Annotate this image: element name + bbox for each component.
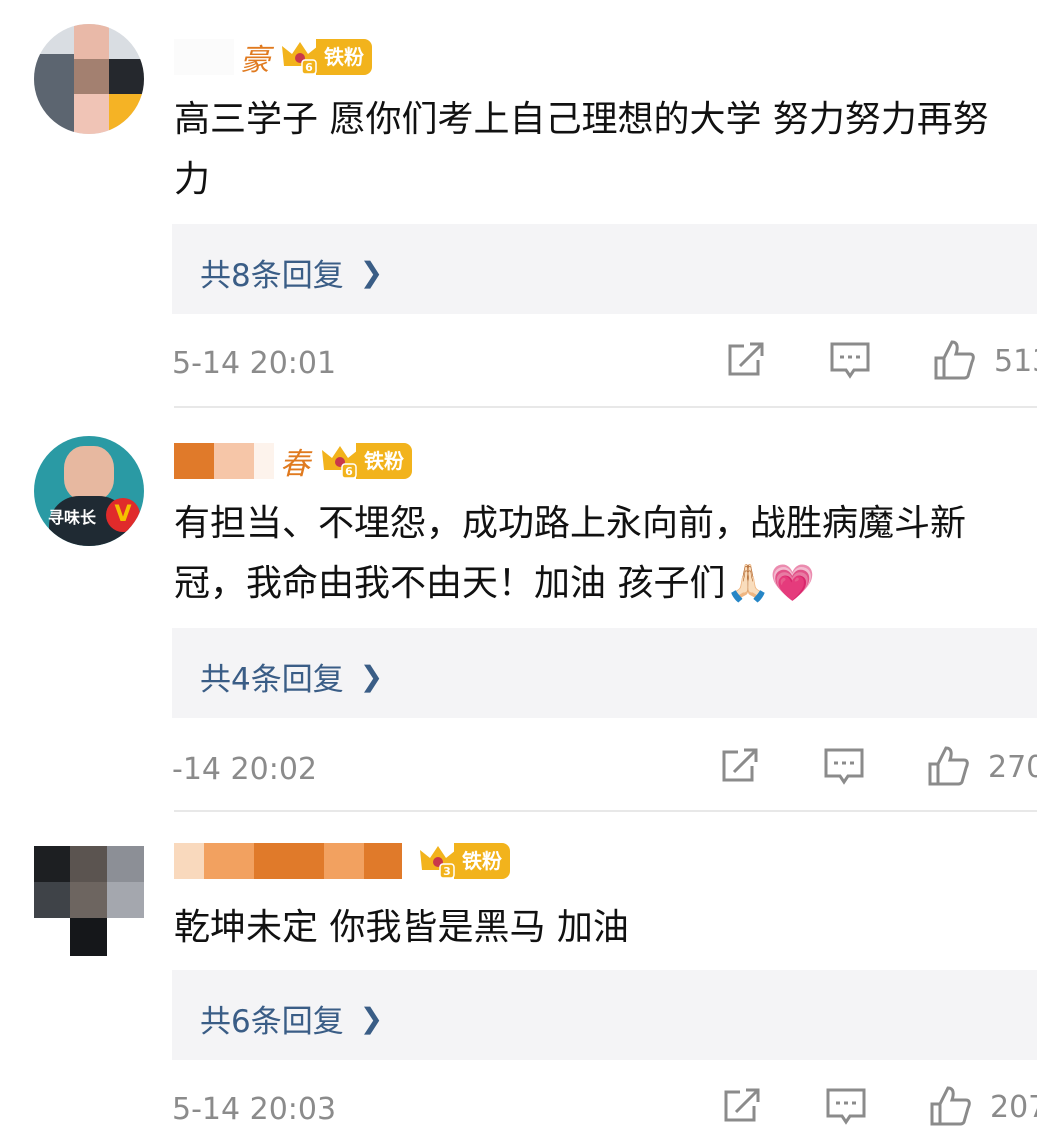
view-replies-link[interactable]: 共8条回复 ❯ (200, 250, 383, 295)
comment-meta: -14 20:02 270 (172, 744, 1037, 800)
crown-icon: 6 (322, 446, 358, 479)
timestamp: 5-14 20:03 (172, 1092, 337, 1127)
like-icon[interactable] (932, 338, 976, 382)
chevron-right-icon: ❯ (359, 660, 384, 693)
chevron-right-icon: ❯ (359, 256, 384, 289)
comment-meta: 5-14 20:03 207 (172, 1084, 1037, 1140)
timestamp: -14 20:02 (172, 752, 317, 787)
comment-text: 有担当、不埋怨，成功路上永向前，战胜病魔斗新冠，我命由我不由天！加油 孩子们🙏🏻… (174, 503, 967, 604)
username-row: 豪 6 铁粉 (174, 32, 372, 82)
username-suffix[interactable]: 豪 (240, 35, 270, 79)
view-replies-link[interactable]: 共6条回复 ❯ (200, 996, 383, 1041)
comment-item: 3 铁粉 乾坤未定 你我皆是黑马 加油 共6条回复 ❯ 5-14 20:03 2… (0, 812, 1037, 1127)
comment-item: 豪 6 铁粉 高三学子 愿你们考上自己理想的大学 努力努力再努力 共8条回复 ❯… (0, 0, 1037, 410)
like-count: 207 (990, 1090, 1037, 1125)
fan-badge[interactable]: 3 铁粉 (418, 842, 510, 880)
like-icon[interactable] (928, 1084, 972, 1128)
username-blurred[interactable] (174, 39, 234, 75)
timestamp: 5-14 20:01 (172, 346, 337, 381)
username-blurred[interactable] (174, 443, 274, 479)
avatar[interactable]: 寻味长 V (34, 436, 144, 546)
like-icon[interactable] (926, 744, 970, 788)
badge-label: 铁粉 (316, 39, 372, 75)
verified-icon: V (106, 498, 140, 532)
view-replies-link[interactable]: 共4条回复 ❯ (200, 654, 383, 699)
replies-count-label: 共8条回复 (200, 258, 344, 294)
comment-text: 乾坤未定 你我皆是黑马 加油 (174, 907, 629, 948)
comment-icon[interactable] (824, 1084, 868, 1128)
comment-icon[interactable] (828, 338, 872, 382)
username-row: 春 6 铁粉 (174, 436, 412, 486)
replies-count-label: 共6条回复 (200, 1004, 344, 1040)
fan-badge[interactable]: 6 铁粉 (280, 38, 372, 76)
comment-icon[interactable] (822, 744, 866, 788)
username-row: 3 铁粉 (174, 836, 510, 886)
share-icon[interactable] (720, 1084, 764, 1128)
replies-count-label: 共4条回复 (200, 662, 344, 698)
like-count: 270 (988, 750, 1037, 785)
comment-text: 高三学子 愿你们考上自己理想的大学 努力努力再努力 (174, 99, 989, 200)
badge-label: 铁粉 (356, 443, 412, 479)
divider (174, 406, 1037, 408)
comment-item: 寻味长 V 春 6 铁粉 有担当、不埋怨，成功路上永向前，战胜病魔斗新冠，我命由… (0, 410, 1037, 812)
share-icon[interactable] (724, 338, 768, 382)
username-blurred[interactable] (174, 843, 402, 879)
crown-icon: 3 (420, 846, 456, 879)
share-icon[interactable] (718, 744, 762, 788)
avatar[interactable] (34, 24, 144, 134)
replies-box: 共6条回复 ❯ (172, 970, 1037, 1060)
svg-text:3: 3 (443, 865, 451, 878)
avatar-caption: 寻味长 (48, 508, 97, 527)
username-suffix[interactable]: 春 (280, 439, 310, 483)
replies-box: 共4条回复 ❯ (172, 628, 1037, 718)
crown-icon: 6 (282, 42, 318, 75)
svg-text:6: 6 (345, 465, 353, 478)
badge-label: 铁粉 (454, 843, 510, 879)
svg-text:6: 6 (305, 61, 313, 74)
fan-badge[interactable]: 6 铁粉 (320, 442, 412, 480)
replies-box: 共8条回复 ❯ (172, 224, 1037, 314)
like-count: 513 (994, 344, 1037, 379)
comment-meta: 5-14 20:01 513 (172, 338, 1037, 394)
chevron-right-icon: ❯ (359, 1002, 384, 1035)
avatar[interactable] (34, 846, 144, 956)
